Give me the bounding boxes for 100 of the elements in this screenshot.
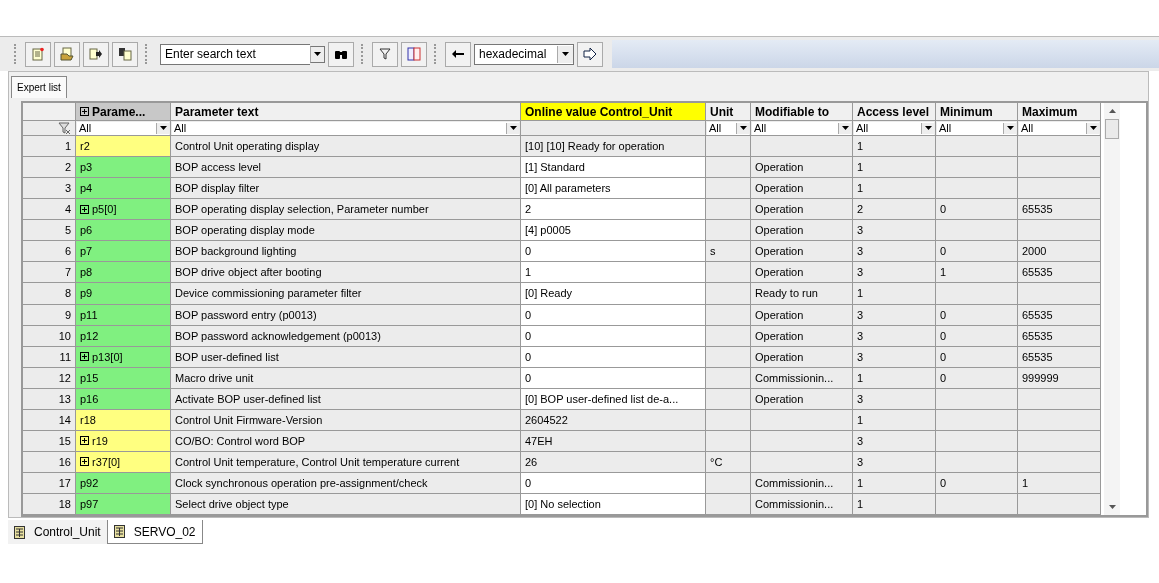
table-cell: 1 [853,473,936,495]
scroll-up-icon[interactable] [1108,109,1116,113]
table-cell: 0 [936,199,1018,221]
scroll-down-icon[interactable] [1108,505,1116,509]
filter-dropdown[interactable]: All [77,121,169,135]
column-header[interactable]: Online value Control_Unit [521,103,706,122]
value-cell[interactable]: 1 [521,262,706,284]
table-cell: 2000 [1018,241,1101,263]
parameter-id: p4 [80,182,93,195]
row-number: 10 [23,325,76,347]
table-cell: Commissionin... [751,494,853,515]
caret-icon [924,126,932,131]
filter-icon[interactable] [372,41,398,67]
table-cell: 0 [936,346,1018,368]
number-format-dropdown[interactable]: hexadecimal [474,43,574,65]
table-cell: 3 [853,262,936,284]
columns-icon[interactable] [401,41,427,67]
value-cell[interactable]: 2 [521,199,706,221]
parameter-id: r2 [80,140,90,153]
value-cell[interactable]: 0 [521,346,706,368]
expand-icon[interactable] [80,436,89,446]
parameter-id: p16 [80,392,99,405]
search-field[interactable]: Enter search text [160,43,310,65]
row-number: 15 [23,430,76,452]
search-icon[interactable] [328,41,354,67]
row-number: 16 [23,451,76,473]
filter-dropdown[interactable]: All [937,121,1016,135]
expand-icon[interactable] [80,204,89,214]
table-cell: Operation [751,199,853,221]
table-cell: 1 [853,494,936,515]
table-cell: BOP operating display selection, Parameter number [171,199,521,221]
table-cell: 1 [936,262,1018,284]
table-cell [706,220,751,242]
dropdown-button[interactable] [310,45,325,63]
column-header[interactable]: Access level [853,103,936,122]
row-number: 13 [23,388,76,410]
table-cell: BOP operating display mode [171,220,521,242]
parameter-id: p11 [80,308,98,321]
row-number: 18 [23,494,76,515]
parameter-id: p8 [80,266,93,279]
expand-icon[interactable] [80,107,89,117]
expand-icon[interactable] [80,352,89,362]
value-cell[interactable]: 2604522 [521,409,706,431]
table-cell: 3 [853,304,936,326]
open-folder-icon[interactable] [54,41,80,67]
column-title: Minimum [940,104,993,119]
table-cell: BOP password entry (p0013) [171,304,521,326]
filter-dropdown[interactable]: All [752,121,851,135]
caret-icon [509,126,517,131]
save-compare-icon[interactable] [112,41,138,67]
table-cell: 0 [936,367,1018,389]
column-header[interactable]: Parame... [76,103,171,122]
row-number: 12 [23,367,76,389]
object-tab[interactable]: Control_Unit [8,520,107,544]
value-cell[interactable]: [1] Standard [521,157,706,179]
column-header[interactable]: Parameter text [171,103,521,122]
table-cell [706,346,751,368]
column-header[interactable]: Maximum [1018,103,1101,122]
table-cell: Control Unit operating display [171,136,521,158]
column-title: Parame... [92,104,146,119]
caret-icon [1089,126,1097,131]
filter-dropdown[interactable]: All [172,121,519,135]
table-cell: BOP display filter [171,178,521,200]
column-header[interactable]: Unit [706,103,751,122]
scroll-thumb[interactable] [1105,119,1119,139]
table-cell: Control Unit temperature, Control Unit temperature current [171,451,521,473]
value-cell[interactable]: [0] No selection [521,494,706,515]
clear-filter-icon[interactable] [58,122,71,135]
view-tab[interactable]: Expert list [11,76,67,98]
caret-icon [314,52,321,56]
table-cell: Operation [751,304,853,326]
value-cell[interactable]: [4] p0005 [521,220,706,242]
filter-dropdown[interactable]: All [854,121,934,135]
parameter-id: p15 [80,371,99,384]
filter-dropdown[interactable]: All [1019,121,1099,135]
column-header[interactable]: Minimum [936,103,1018,122]
value-cell[interactable]: 0 [521,473,706,495]
value-cell[interactable]: 0 [521,241,706,263]
expand-icon[interactable] [80,457,89,467]
column-header[interactable]: Modifiable to [751,103,853,122]
scrollbar[interactable] [1104,103,1120,515]
value-cell[interactable]: 47EH [521,430,706,452]
value-cell[interactable]: 0 [521,304,706,326]
parameter-id: p5[0] [92,203,117,216]
table-cell [706,409,751,431]
value-cell[interactable]: 0 [521,325,706,347]
table-cell [706,304,751,326]
value-cell[interactable]: [0] All parameters [521,178,706,200]
table-cell: 3 [853,451,936,473]
value-cell[interactable]: [10] [10] Ready for operation [521,136,706,158]
value-cell[interactable]: [0] Ready [521,283,706,305]
value-cell[interactable]: 26 [521,451,706,473]
row-number: 17 [23,473,76,495]
object-tab[interactable]: SERVO_02 [106,520,203,544]
filter-dropdown[interactable]: All [707,121,749,135]
value-cell[interactable]: [0] BOP user-defined list de-a... [521,388,706,410]
table-cell: 3 [853,241,936,263]
table-cell: 65535 [1018,199,1101,221]
value-cell[interactable]: 0 [521,367,706,389]
table-cell [706,388,751,410]
